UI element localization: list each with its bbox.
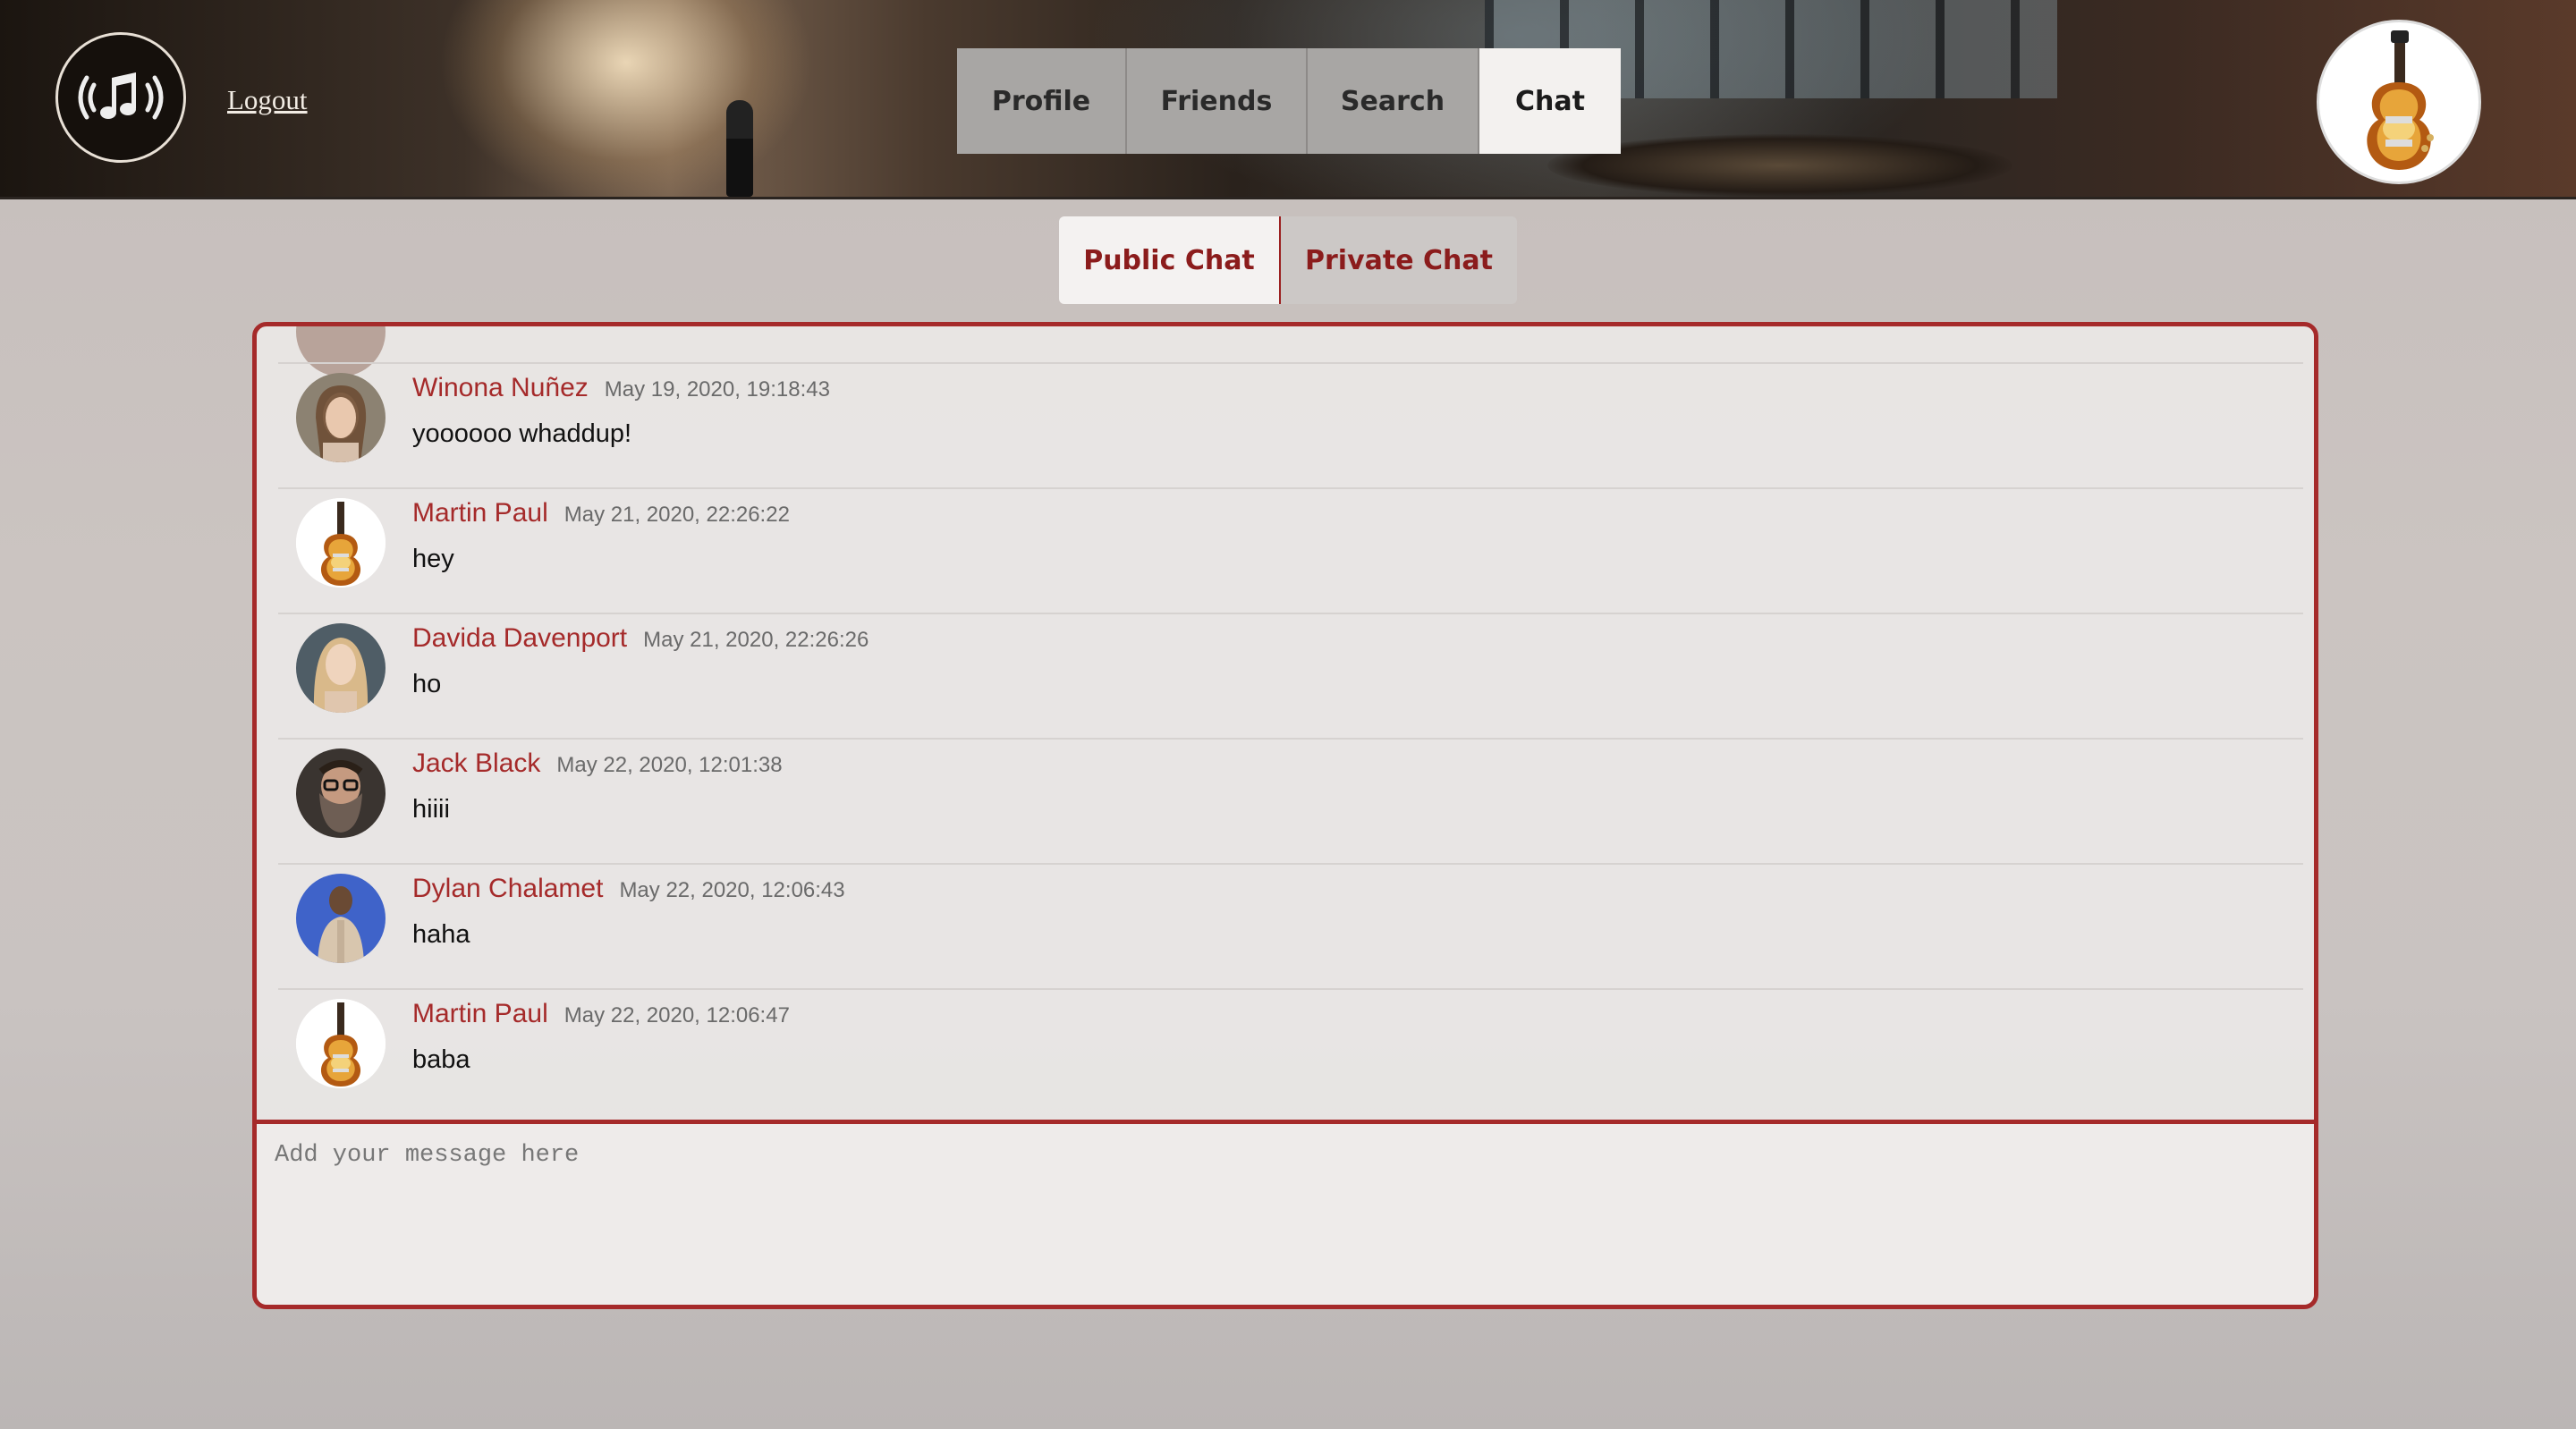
- message-text: baba: [412, 1045, 470, 1074]
- message-item: Jack Black May 22, 2020, 12:01:38 hiiii: [278, 738, 2303, 863]
- avatar: [296, 623, 386, 713]
- message-author[interactable]: Davida Davenport: [412, 623, 627, 653]
- message-author[interactable]: Martin Paul: [412, 498, 548, 528]
- message-timestamp: May 22, 2020, 12:06:43: [619, 878, 845, 902]
- avatar: [296, 748, 386, 838]
- music-broadcast-logo-icon[interactable]: [55, 32, 186, 163]
- message-timestamp: May 22, 2020, 12:01:38: [556, 753, 783, 777]
- message-author[interactable]: Dylan Chalamet: [412, 874, 603, 903]
- public-chat-panel: Winona Nuñez May 19, 2020, 19:18:43 yoooo…: [252, 322, 2318, 1309]
- message-list[interactable]: Winona Nuñez May 19, 2020, 19:18:43 yoooo…: [257, 326, 2314, 1131]
- main-nav: Profile Friends Search Chat: [957, 48, 1621, 154]
- top-header: Logout Profile Friends Search Chat: [0, 0, 2576, 199]
- avatar: [296, 874, 386, 963]
- message-text: yoooooo whaddup!: [412, 419, 632, 448]
- message-text: haha: [412, 920, 470, 949]
- chat-mode-toggle: Public Chat Private Chat: [1059, 216, 1517, 304]
- message-timestamp: May 21, 2020, 22:26:26: [643, 628, 869, 652]
- message-item: Martin Paul May 22, 2020, 12:06:47 baba: [278, 988, 2303, 1113]
- message-composer: [257, 1120, 2314, 1305]
- message-text: ho: [412, 670, 442, 698]
- guitar-icon: [296, 999, 386, 1088]
- guitar-icon: [2367, 30, 2434, 170]
- logout-link[interactable]: Logout: [227, 84, 308, 116]
- message-text: hiiii: [412, 795, 450, 824]
- message-item: Winona Nuñez May 19, 2020, 19:18:43 yoooo…: [278, 362, 2303, 487]
- avatar: [296, 373, 386, 462]
- message-item: Davida Davenport May 21, 2020, 22:26:26 h…: [278, 613, 2303, 738]
- message-item: Dylan Chalamet May 22, 2020, 12:06:43 hah…: [278, 863, 2303, 988]
- background-microphone: [726, 100, 753, 197]
- message-author[interactable]: Jack Black: [412, 748, 540, 778]
- message-timestamp: May 22, 2020, 12:06:47: [564, 1003, 790, 1027]
- message-input[interactable]: [257, 1124, 2314, 1305]
- message-item: Martin Paul May 21, 2020, 22:26:22 hey: [278, 487, 2303, 613]
- tab-profile[interactable]: Profile: [957, 48, 1127, 154]
- avatar: [296, 999, 386, 1088]
- avatar: [296, 498, 386, 588]
- message-author[interactable]: Martin Paul: [412, 999, 548, 1028]
- profile-avatar[interactable]: [2317, 20, 2481, 184]
- tab-search[interactable]: Search: [1308, 48, 1479, 154]
- message-author[interactable]: Winona Nuñez: [412, 373, 589, 402]
- tab-chat[interactable]: Chat: [1479, 48, 1621, 154]
- message-timestamp: May 19, 2020, 19:18:43: [604, 377, 830, 402]
- message-text: hey: [412, 545, 454, 573]
- tab-private-chat[interactable]: Private Chat: [1281, 216, 1517, 304]
- message-timestamp: May 21, 2020, 22:26:22: [564, 503, 790, 527]
- tab-friends[interactable]: Friends: [1127, 48, 1308, 154]
- tab-public-chat[interactable]: Public Chat: [1059, 216, 1281, 304]
- guitar-icon: [296, 498, 386, 588]
